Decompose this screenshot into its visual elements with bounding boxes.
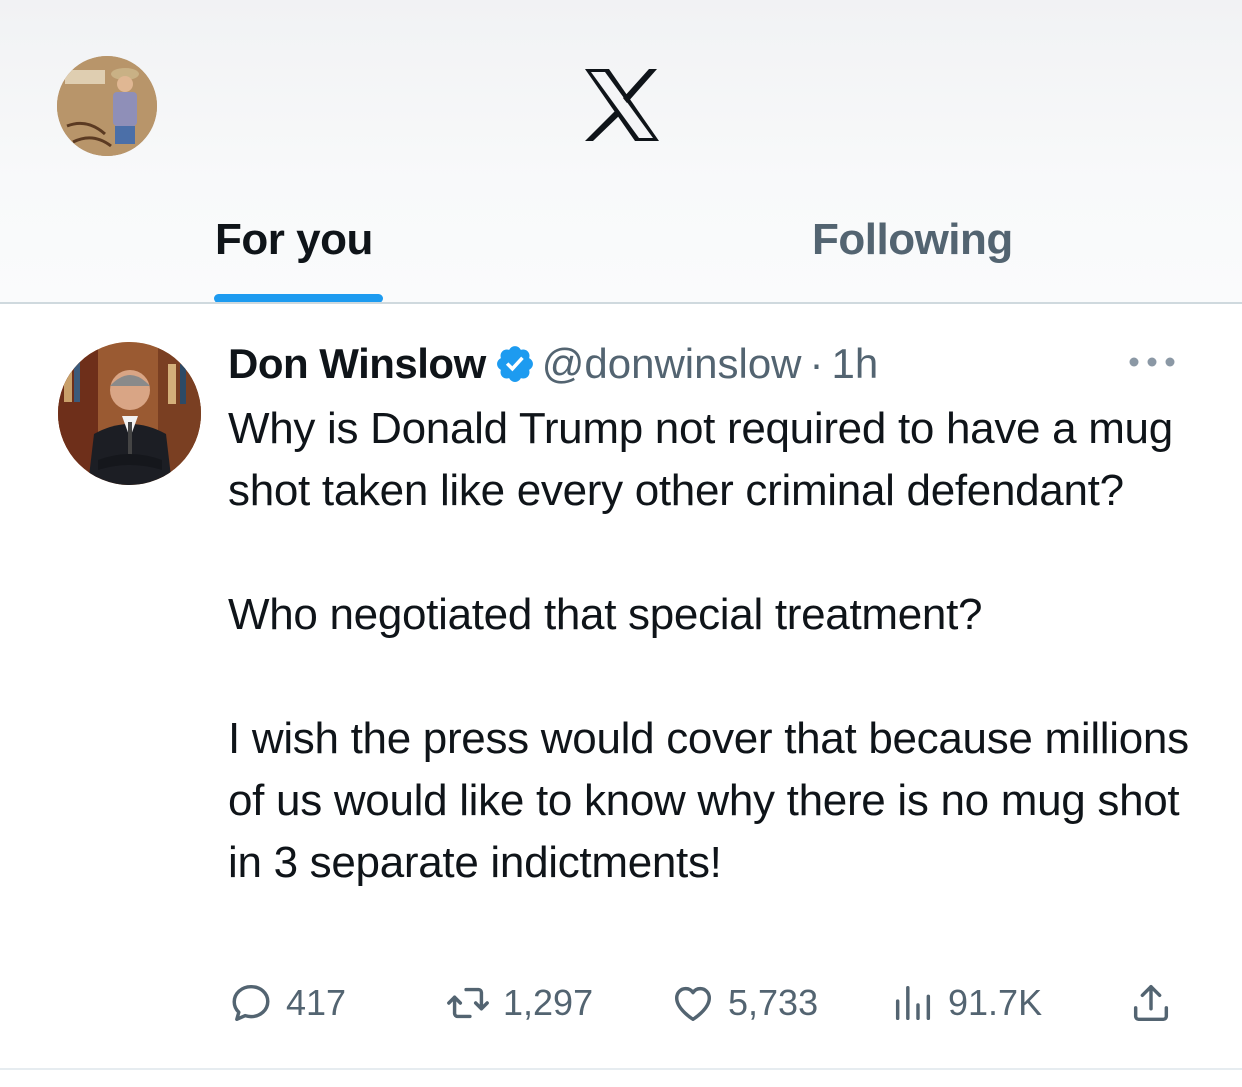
tweet-paragraph: Why is Donald Trump not required to have…: [228, 404, 1173, 515]
tab-for-you[interactable]: For you: [215, 205, 373, 275]
avatar-image: [57, 56, 157, 156]
tweet-paragraph: Who negotiated that special treatment?: [228, 590, 983, 639]
repost-count: 1,297: [503, 982, 594, 1024]
tweet[interactable]: Don Winslow @donwinslow · 1h Why is Donald …: [0, 304, 1242, 1087]
tweet-timestamp[interactable]: 1h: [832, 340, 879, 387]
tweet-paragraph: I wish the press would cover that becaus…: [228, 714, 1189, 887]
more-options-icon[interactable]: [1126, 350, 1178, 374]
views-chart-icon: [895, 986, 931, 1021]
verified-badge-icon: [494, 341, 536, 383]
heart-icon: [674, 987, 712, 1022]
author-avatar-image: [58, 342, 201, 485]
author-handle[interactable]: @donwinslow: [542, 340, 802, 387]
repost-button[interactable]: 1,297: [445, 978, 593, 1024]
reply-icon: [232, 985, 270, 1022]
like-button[interactable]: 5,733: [670, 978, 818, 1024]
share-button[interactable]: [1128, 978, 1174, 1024]
tab-following[interactable]: Following: [812, 205, 1013, 275]
profile-avatar[interactable]: [57, 56, 157, 156]
header-separator: ·: [809, 340, 824, 387]
tweet-bottom-divider: [0, 1068, 1242, 1070]
like-count: 5,733: [728, 982, 819, 1024]
views-count: 91.7K: [948, 982, 1043, 1024]
repost-icon: [447, 988, 489, 1019]
views-button[interactable]: 91.7K: [890, 978, 1042, 1024]
tweet-text: Why is Donald Trump not required to have…: [228, 398, 1218, 894]
reply-button[interactable]: 417: [228, 978, 346, 1024]
tweet-header: Don Winslow @donwinslow · 1h: [228, 334, 878, 394]
author-name[interactable]: Don Winslow: [228, 340, 486, 387]
share-icon: [1133, 985, 1169, 1022]
reply-count: 417: [286, 982, 347, 1024]
x-logo-icon[interactable]: [583, 69, 661, 141]
top-bar: For you Following: [0, 0, 1242, 303]
author-avatar[interactable]: [58, 342, 201, 485]
